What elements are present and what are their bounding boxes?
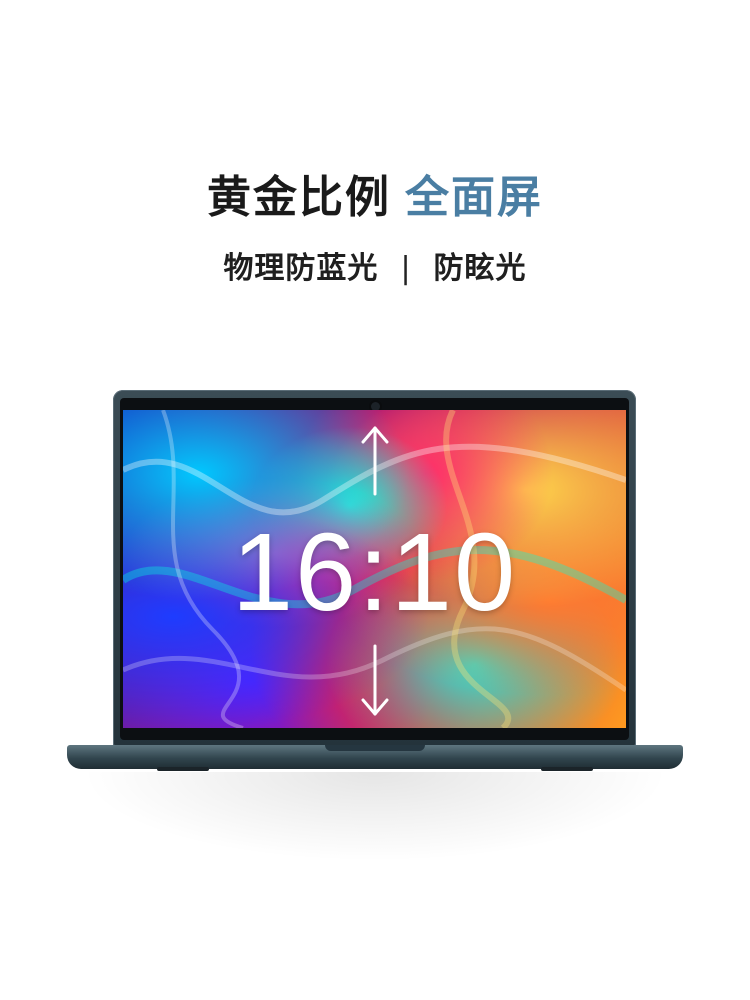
feature-separator: |	[400, 251, 412, 286]
laptop-screen: 16:10	[123, 410, 626, 728]
feature-anti-glare: 防眩光	[433, 251, 527, 286]
hinge-notch	[325, 745, 425, 751]
laptop-foot-left	[157, 767, 209, 771]
arrow-up-icon	[361, 426, 389, 496]
headline-full-screen: 全面屏	[405, 172, 543, 223]
laptop-shadow	[80, 772, 670, 862]
feature-line: 物理防蓝光 | 防眩光	[0, 247, 750, 291]
laptop-foot-right	[541, 767, 593, 771]
screen-bezel: 16:10	[120, 398, 629, 740]
feature-anti-blue-light: 物理防蓝光	[223, 251, 379, 286]
headline-golden-ratio: 黄金比例	[207, 172, 391, 223]
laptop-base	[67, 745, 683, 771]
aspect-ratio-label: 16:10	[231, 511, 518, 634]
arrow-down-icon	[361, 644, 389, 716]
laptop-lid: 16:10	[113, 390, 636, 746]
headline: 黄金比例 全面屏	[0, 168, 750, 228]
